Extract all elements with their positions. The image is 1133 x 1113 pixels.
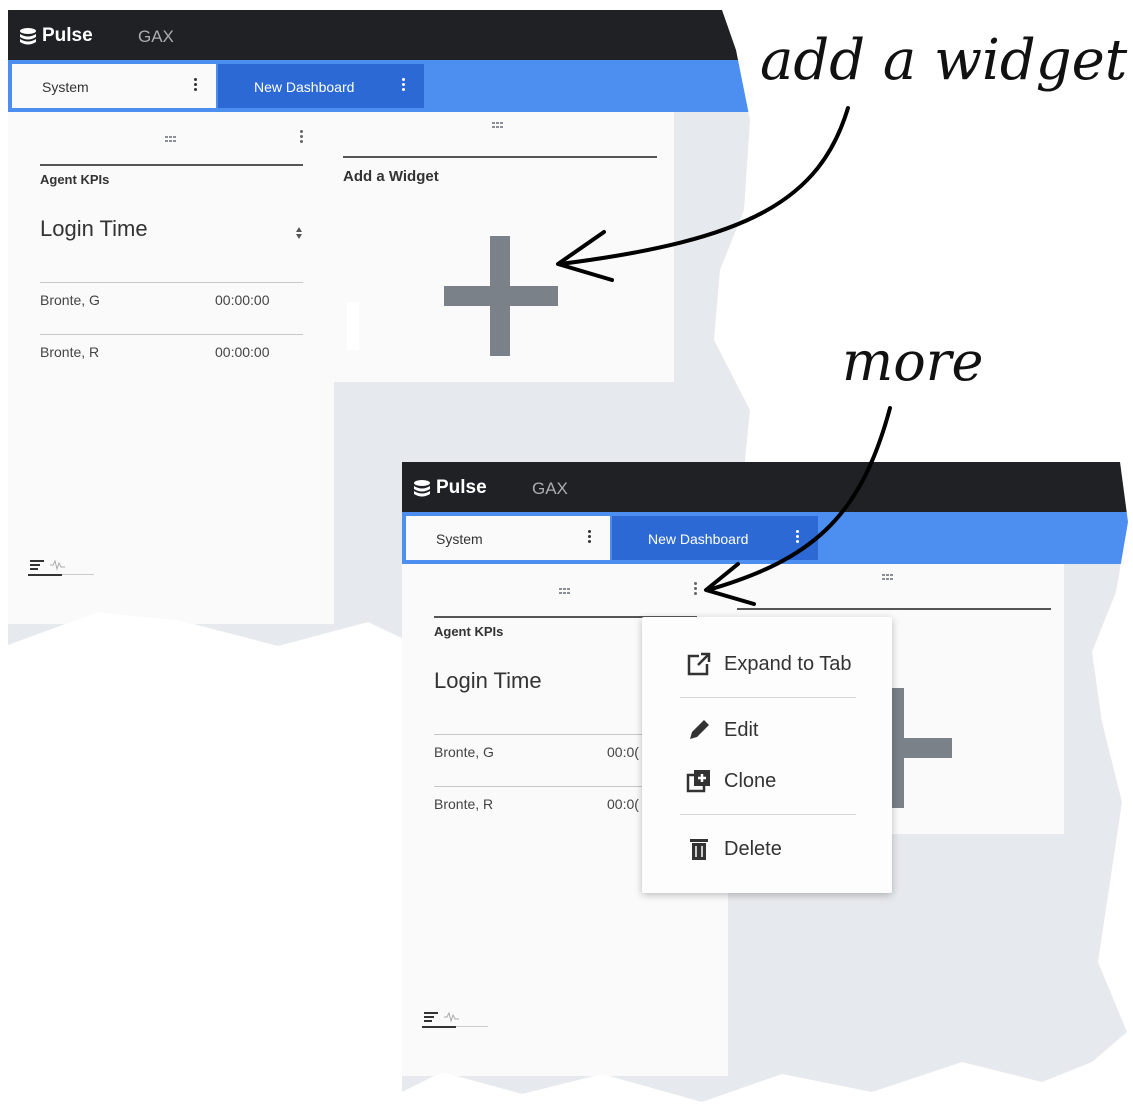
widget-header-rule [343, 156, 657, 158]
drag-handle-icon[interactable] [492, 122, 506, 128]
row-divider [40, 282, 303, 283]
agent-value: 00:00:00 [215, 292, 270, 308]
gax-link[interactable]: GAX [138, 27, 174, 47]
menu-item-label: Expand to Tab [724, 653, 852, 675]
metric-name: Login Time [40, 216, 148, 241]
open-in-new-icon [687, 652, 711, 676]
brand-name[interactable]: Pulse [436, 477, 487, 499]
tab-label: System [42, 79, 89, 95]
agent-value: 00:00:00 [215, 344, 270, 360]
view-toggle-icons[interactable] [422, 1008, 492, 1030]
menu-item-label: Edit [724, 719, 759, 741]
view-toggle-icons[interactable] [28, 556, 98, 578]
agent-kpis-widget: Agent KPIs Login Time Bronte, G 00:00:00… [8, 112, 334, 624]
trash-icon [690, 839, 708, 860]
widget-more-menu: Expand to Tab Edit Clone Delete [642, 617, 892, 893]
tab-new-dashboard[interactable]: New Dashboard [612, 516, 818, 560]
widget-more-icon[interactable] [300, 130, 303, 144]
widget-title: Agent KPIs [40, 172, 110, 187]
tab-label: System [436, 531, 483, 547]
agent-value: 00:0( [607, 744, 639, 760]
annotation-add-a-widget: add a widget [760, 28, 1128, 93]
widget-header-rule [40, 164, 303, 166]
pencil-icon [690, 720, 709, 739]
menu-item-label: Clone [724, 770, 777, 792]
tab-system[interactable]: System [406, 516, 610, 560]
add-widget-panel[interactable]: Add a Widget [334, 112, 674, 382]
menu-item-clone[interactable]: Clone [642, 760, 892, 800]
tab-bar: System New Dashboard [402, 512, 1128, 564]
tab-bar: System New Dashboard [8, 60, 750, 112]
agent-name: Bronte, R [40, 344, 100, 360]
top-bar: Pulse GAX [402, 462, 1128, 512]
add-widget-title: Add a Widget [343, 168, 439, 185]
agent-name: Bronte, G [40, 292, 100, 308]
widget-title: Agent KPIs [434, 624, 504, 639]
row-divider [40, 334, 303, 335]
agent-name: Bronte, G [434, 744, 494, 760]
white-stub [347, 302, 359, 350]
metric-name: Login Time [434, 668, 542, 693]
menu-divider [680, 814, 856, 815]
top-bar: Pulse GAX [8, 10, 750, 60]
menu-item-edit[interactable]: Edit [642, 709, 892, 749]
drag-handle-icon[interactable] [559, 588, 573, 594]
tab-label: New Dashboard [254, 79, 355, 95]
drag-handle-icon[interactable] [165, 136, 179, 142]
gax-link[interactable]: GAX [532, 479, 568, 499]
brand-name[interactable]: Pulse [42, 25, 93, 47]
tab-system[interactable]: System [12, 64, 216, 108]
agent-name: Bronte, R [434, 796, 494, 812]
menu-item-delete[interactable]: Delete [642, 828, 892, 868]
widget-more-icon[interactable] [694, 582, 697, 596]
agent-value: 00:0( [607, 796, 639, 812]
tab-new-dashboard[interactable]: New Dashboard [218, 64, 424, 108]
tab-more-icon[interactable] [402, 78, 406, 94]
pulse-logo-icon [20, 28, 36, 45]
tab-label: New Dashboard [648, 531, 749, 547]
tab-more-icon[interactable] [588, 530, 592, 546]
widget-header-rule [737, 608, 1051, 610]
sort-icon[interactable] [295, 226, 303, 240]
pulse-logo-icon [414, 480, 430, 497]
clone-icon [686, 770, 710, 793]
tab-more-icon[interactable] [194, 78, 198, 94]
plus-icon[interactable] [444, 236, 558, 356]
tab-more-icon[interactable] [796, 530, 800, 546]
annotation-more: more [842, 330, 984, 393]
menu-item-label: Delete [724, 838, 782, 860]
drag-handle-icon[interactable] [882, 574, 896, 580]
menu-item-expand-to-tab[interactable]: Expand to Tab [642, 643, 892, 683]
menu-divider [680, 697, 856, 698]
